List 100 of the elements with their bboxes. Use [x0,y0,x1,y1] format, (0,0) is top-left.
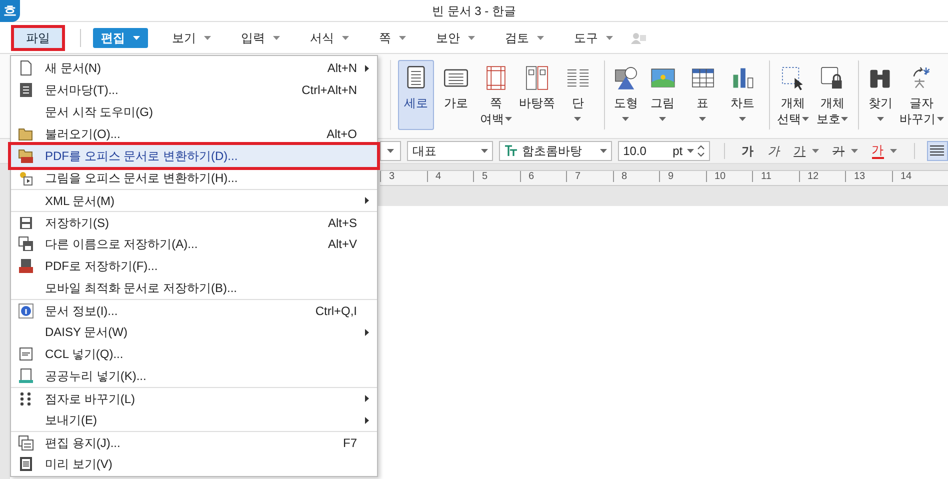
caret-icon [606,36,613,40]
menu-entry[interactable]: PDF로 저장하기(F)... [11,255,377,277]
menu-entry[interactable]: 문서 정보(I)... Ctrl+Q,I [11,299,377,321]
shortcut-text: F7 [342,434,357,452]
caret-icon [468,36,475,40]
license-icon [18,346,34,362]
window-title: 빈 문서 3 - 한글 [432,2,516,20]
menu-entry[interactable]: 문서 시작 도우미(G) [11,101,377,123]
menu-entry[interactable]: 다른 이름으로 저장하기(A)... Alt+V [11,233,377,255]
menu-entry[interactable]: 공공누리 넣기(K)... [11,365,377,387]
style-combo[interactable]: 대표 [407,141,494,161]
caret-icon [890,149,897,153]
menu-item[interactable]: 검토 [493,28,556,48]
toolbar-button[interactable]: 그림 [644,60,681,130]
caret-icon [574,117,582,121]
ruler-number: 6 [520,171,566,182]
toolbar-button[interactable]: 차트 [724,60,761,130]
menu-entry[interactable]: CCL 넣기(Q)... [11,343,377,365]
caret-icon [504,117,512,121]
character-style-button[interactable]: 가 [738,142,757,160]
ruler-number: 12 [798,171,845,182]
shapes-icon [612,65,639,91]
master-page-icon [524,65,550,91]
menu-entry[interactable]: DAISY 문서(W) [11,321,377,343]
caret-icon [399,36,406,40]
ruler-number: 14 [892,171,938,182]
menu-entry[interactable]: 불러오기(O)... Alt+O [11,123,377,145]
menu-entry[interactable]: 그림을 오피스 문서로 변환하기(H)... [11,167,377,189]
menu-entry[interactable]: 보내기(E) [11,409,377,431]
ruler-number: 8 [612,171,659,182]
caret-icon [204,36,211,40]
save-as-icon [18,236,34,252]
shortcut-text: Alt+O [326,126,357,143]
document-icon [18,60,34,76]
toolbar-button[interactable]: 글자 바꾸기 [899,60,944,130]
toolbar-button[interactable]: 바탕쪽 [518,60,556,130]
menu-entry[interactable]: XML 문서(M) [11,189,377,211]
caret-icon [739,117,746,121]
shortcut-text: Alt+S [328,214,357,232]
toolbar-button[interactable]: 개체 보호 [814,60,850,130]
menu-entry[interactable]: 점자로 바꾸기(L) [11,387,377,409]
character-style-button[interactable]: 가 [764,142,783,160]
font-type-icon [504,145,518,157]
justify-icon [930,145,944,157]
app-logo: 흐 [0,0,20,22]
submenu-arrow-icon [365,395,369,402]
shortcut-text: Alt+V [328,236,357,253]
shortcut-text: Alt+N [327,60,357,77]
character-style-button[interactable]: 가 [790,142,822,160]
ruler-number: 7 [566,171,612,182]
menu-item[interactable]: 보안 [424,28,487,48]
toolbar-button[interactable]: 개체 선택 [768,60,810,130]
menu-item[interactable]: 입력 [229,28,292,48]
justify-button[interactable] [926,141,948,161]
spin-icon[interactable] [696,144,705,158]
toolbar-button[interactable]: 찾기 [858,60,896,130]
pdf-save-icon [18,258,34,274]
caret-icon [686,149,694,153]
image-convert-icon [18,170,34,186]
menu-entry[interactable]: 문서마당(T)... Ctrl+Alt+N [11,79,377,101]
caret-icon [812,149,819,153]
caret-icon [659,117,666,121]
menu-button[interactable]: 편집 [93,28,148,48]
menu-entry[interactable]: 미리 보기(V) [11,453,377,475]
menu-entry[interactable]: PDF를 오피스 문서로 변환하기(D)... [11,145,377,167]
toolbar-button[interactable]: 쪽 여백 [478,60,514,130]
open-license-icon [18,368,34,384]
font-combo[interactable]: 함초롬바탕 [499,141,612,161]
menu-item[interactable]: 보기 [160,28,223,48]
ruler-number: 4 [426,171,473,182]
menu-entry[interactable]: 저장하기(S) Alt+S [11,211,377,233]
ruler-number: 3 [380,171,426,182]
submenu-arrow-icon [365,416,369,424]
menu-item[interactable]: 쪽 [367,28,418,48]
toolbar-button[interactable]: 도형 [604,60,641,130]
character-style-button[interactable]: 가 [868,144,900,158]
size-field[interactable]: 10.0 pt [618,141,710,161]
menu-entry[interactable]: 새 문서(N) Alt+N [11,57,377,79]
caret-icon [876,117,884,121]
toolbar-button[interactable]: 표 [684,60,721,130]
caret-icon [537,36,544,40]
caret-icon [841,117,848,121]
shortcut-text: Ctrl+Alt+N [302,82,357,99]
submenu-arrow-icon [365,328,369,336]
menu-item[interactable]: 파일 [14,28,62,48]
shortcut-text: Ctrl+Q,I [315,302,357,320]
caret-icon [342,36,349,40]
menu-entry[interactable]: 모바일 최적화 문서로 저장하기(B)... [11,277,377,299]
menu-item[interactable]: 서식 [298,28,361,48]
menu-item[interactable]: 도구 [562,28,625,48]
page-setup-icon [18,434,34,450]
document-icon [18,82,34,98]
combo-box[interactable] [380,141,402,161]
toolbar-button[interactable]: 세로 [398,60,434,130]
toolbar-button[interactable]: 가로 [438,60,474,130]
toolbar-button[interactable]: 단 [560,60,596,130]
submenu-arrow-icon [365,64,369,72]
character-style-button[interactable]: 가 [830,142,861,160]
caret-icon [481,149,488,153]
menu-entry[interactable]: 편집 용지(J)... F7 [11,431,377,453]
